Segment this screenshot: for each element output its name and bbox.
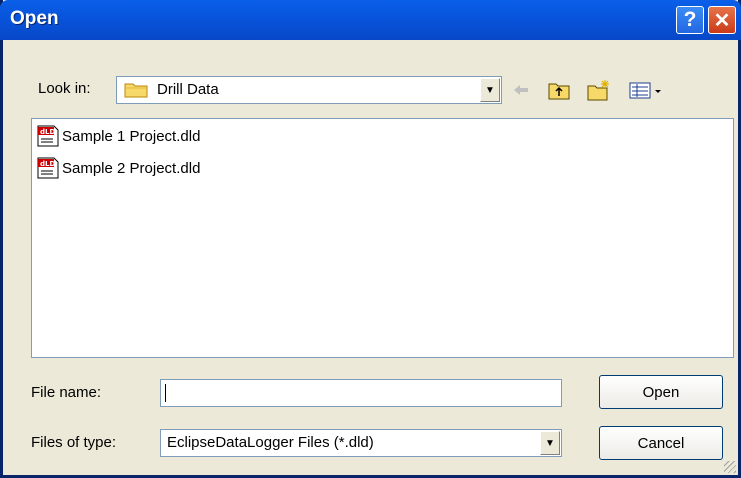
svg-text:dLD: dLD — [40, 160, 55, 168]
file-name-label: File name: — [31, 384, 102, 401]
title-bar[interactable]: Open ? ✕ — [0, 0, 741, 40]
back-icon[interactable] — [508, 78, 534, 102]
file-list[interactable]: dLD Sample 1 Project.dld dLD Sample 2 Pr… — [31, 118, 734, 358]
chevron-down-icon[interactable]: ▼ — [480, 78, 500, 102]
resize-grip[interactable] — [724, 461, 736, 473]
close-button[interactable]: ✕ — [708, 6, 736, 34]
look-in-value: Drill Data — [157, 81, 219, 98]
file-name: Sample 1 Project.dld — [62, 127, 201, 145]
file-name-input[interactable] — [160, 379, 562, 407]
folder-icon — [124, 83, 148, 98]
svg-text:dLD: dLD — [40, 128, 55, 136]
files-of-type-dropdown[interactable]: EclipseDataLogger Files (*.dld) ▼ — [160, 429, 562, 457]
files-of-type-value: EclipseDataLogger Files (*.dld) — [167, 434, 374, 451]
list-item[interactable]: dLD Sample 1 Project.dld — [36, 125, 200, 147]
look-in-label: Look in: — [38, 80, 91, 97]
cancel-button[interactable]: Cancel — [599, 426, 723, 460]
view-menu-icon[interactable] — [627, 78, 667, 102]
list-item[interactable]: dLD Sample 2 Project.dld — [36, 157, 200, 179]
open-dialog: Open ? ✕ Look in: Drill Data ▼ dLD Sampl… — [0, 0, 741, 478]
dld-file-icon: dLD — [37, 157, 59, 179]
new-folder-icon[interactable] — [586, 78, 612, 102]
dialog-title: Open — [10, 8, 59, 29]
help-button[interactable]: ? — [676, 6, 704, 34]
chevron-down-icon[interactable]: ▼ — [540, 431, 560, 455]
open-button[interactable]: Open — [599, 375, 723, 409]
text-caret — [165, 384, 166, 402]
up-folder-icon[interactable] — [546, 78, 572, 102]
files-of-type-label: Files of type: — [31, 434, 117, 451]
dld-file-icon: dLD — [37, 125, 59, 147]
file-name: Sample 2 Project.dld — [62, 159, 201, 177]
look-in-dropdown[interactable]: Drill Data ▼ — [116, 76, 502, 104]
